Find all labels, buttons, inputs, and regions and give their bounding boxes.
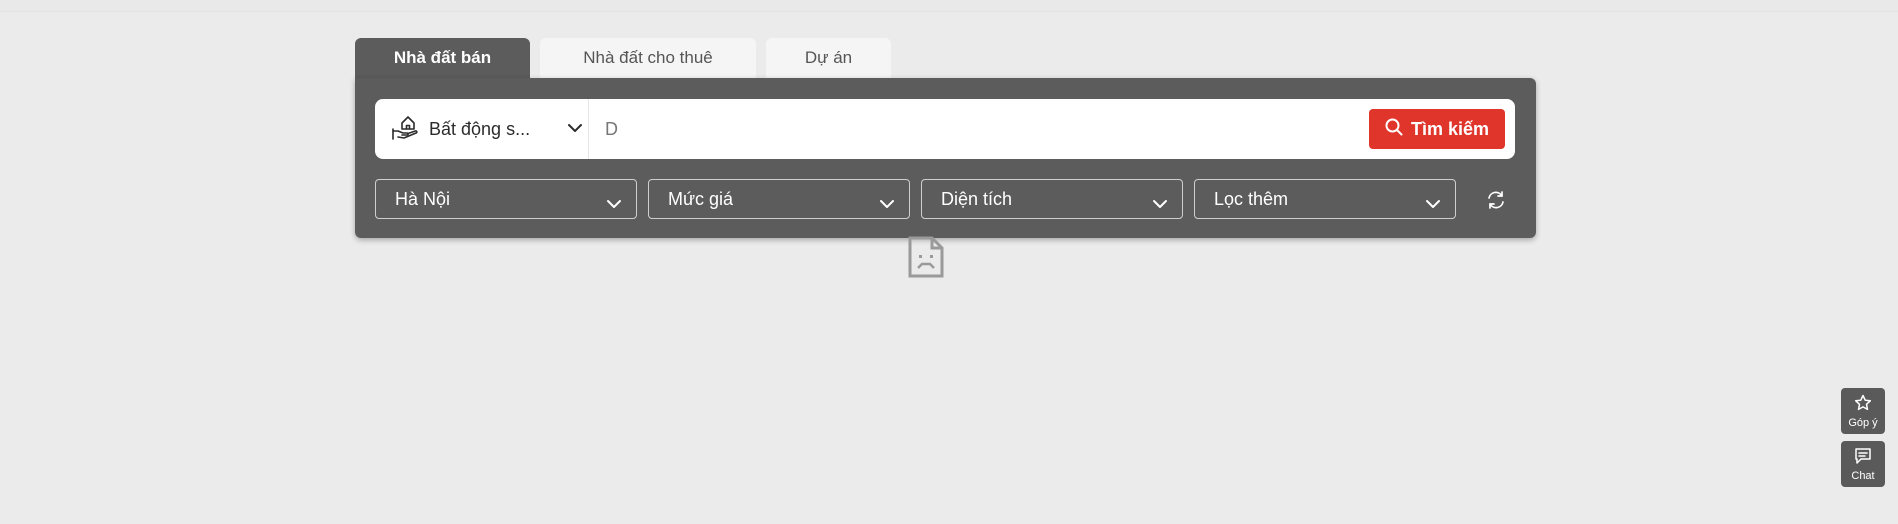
chevron-down-icon — [879, 193, 895, 214]
filter-price[interactable]: Mức giá — [648, 179, 910, 219]
filter-area[interactable]: Diện tích — [921, 179, 1183, 219]
property-type-label: Bất động s... — [429, 118, 531, 139]
tab-nha-dat-ban[interactable]: Nhà đất bán — [355, 38, 530, 78]
top-bar — [0, 0, 1898, 12]
filter-more-label: Lọc thêm — [1214, 188, 1289, 209]
chat-button[interactable]: Chat — [1841, 441, 1885, 487]
search-icon — [1385, 118, 1411, 141]
broken-image-icon — [908, 236, 944, 283]
tab-nha-dat-cho-thue[interactable]: Nhà đất cho thuê — [540, 38, 756, 78]
filter-area-label: Diện tích — [941, 188, 1013, 209]
tab-du-an[interactable]: Dự án — [766, 38, 891, 78]
property-type-select[interactable]: Bất động s... — [375, 99, 589, 159]
star-icon — [1854, 394, 1872, 417]
chevron-down-icon — [1425, 193, 1441, 214]
search-button-label: Tìm kiếm — [1410, 118, 1490, 139]
house-hand-icon — [391, 114, 419, 145]
filter-price-label: Mức giá — [668, 188, 734, 209]
feedback-label: Góp ý — [1848, 416, 1878, 429]
feedback-button[interactable]: Góp ý — [1841, 388, 1885, 434]
refresh-icon[interactable] — [1486, 190, 1506, 215]
chat-label: Chat — [1851, 469, 1875, 482]
listing-tabs: Nhà đất bán Nhà đất cho thuê Dự án — [355, 38, 901, 78]
chevron-down-icon — [1152, 193, 1168, 214]
search-input[interactable] — [589, 99, 1369, 159]
filter-location[interactable]: Hà Nội — [375, 179, 637, 219]
search-panel: Bất động s... Tìm kiếm Hà Nội Mức giá Di… — [355, 78, 1536, 238]
filter-more[interactable]: Lọc thêm — [1194, 179, 1456, 219]
search-button[interactable]: Tìm kiếm — [1369, 109, 1505, 149]
chat-icon — [1854, 447, 1872, 470]
search-bar: Bất động s... Tìm kiếm — [375, 99, 1515, 159]
chevron-down-icon — [606, 193, 622, 214]
chevron-down-icon — [567, 120, 583, 138]
filter-location-label: Hà Nội — [395, 188, 451, 209]
